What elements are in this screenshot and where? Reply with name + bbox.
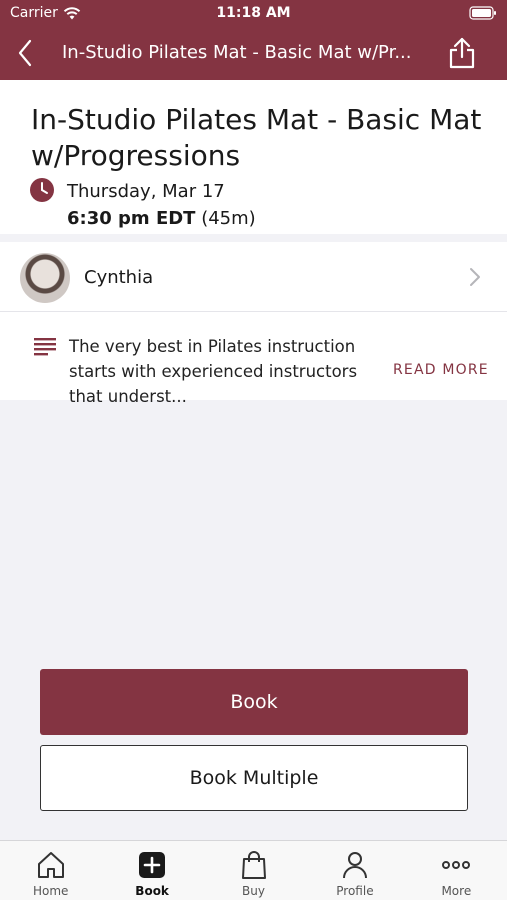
tab-home[interactable]: Home (0, 841, 101, 900)
status-time: 11:18 AM (216, 5, 291, 21)
class-title: In-Studio Pilates Mat - Basic Mat w/Prog… (31, 103, 482, 172)
chevron-right-icon (470, 268, 480, 286)
class-date: Thursday, Mar 17 (67, 181, 225, 202)
class-info-card: Cynthia The very best in Pilates instruc… (0, 242, 507, 406)
instructor-row[interactable]: Cynthia (0, 242, 507, 312)
book-button[interactable]: Book (40, 669, 468, 735)
tab-label-more: More (441, 884, 472, 898)
ellipsis-icon (442, 861, 471, 869)
book-multiple-button[interactable]: Book Multiple (40, 745, 468, 811)
share-button[interactable] (445, 36, 479, 70)
class-time: 6:30 pm EDT (67, 208, 196, 229)
tab-book[interactable]: Book (101, 841, 202, 900)
tab-profile[interactable]: Profile (304, 841, 405, 900)
read-more-link[interactable]: READ MORE (393, 362, 489, 378)
back-button[interactable] (10, 38, 40, 68)
status-bar: Carrier 11:18 AM (0, 0, 507, 28)
navigation-bar: In-Studio Pilates Mat - Basic Mat w/Pr..… (0, 28, 507, 80)
tab-label-buy: Buy (242, 884, 265, 898)
home-icon (37, 852, 64, 878)
class-description: The very best in Pilates instruction sta… (69, 337, 358, 406)
class-duration: (45m) (201, 208, 256, 229)
tab-label-profile: Profile (336, 884, 374, 898)
person-icon (342, 852, 367, 879)
class-time-row: 6:30 pm EDT (45m) (67, 208, 256, 229)
battery-icon (469, 6, 497, 24)
tab-buy[interactable]: Buy (203, 841, 304, 900)
app-header: Carrier 11:18 AM In-Studio Pilates Mat -… (0, 0, 507, 80)
shopping-bag-icon (241, 851, 266, 879)
tab-label-book: Book (135, 884, 169, 898)
nav-title: In-Studio Pilates Mat - Basic Mat w/Pr..… (62, 42, 412, 63)
avatar (20, 253, 70, 303)
plus-square-icon (139, 852, 166, 878)
tab-label-home: Home (32, 884, 69, 898)
description-icon (34, 338, 56, 356)
tab-bar: Home Book Buy Profile More (0, 840, 507, 900)
class-header-card: In-Studio Pilates Mat - Basic Mat w/Prog… (0, 80, 507, 234)
tab-more[interactable]: More (406, 841, 507, 900)
chevron-left-icon (18, 39, 32, 67)
instructor-name: Cynthia (84, 267, 154, 288)
clock-icon (30, 178, 54, 202)
share-icon (449, 37, 475, 69)
